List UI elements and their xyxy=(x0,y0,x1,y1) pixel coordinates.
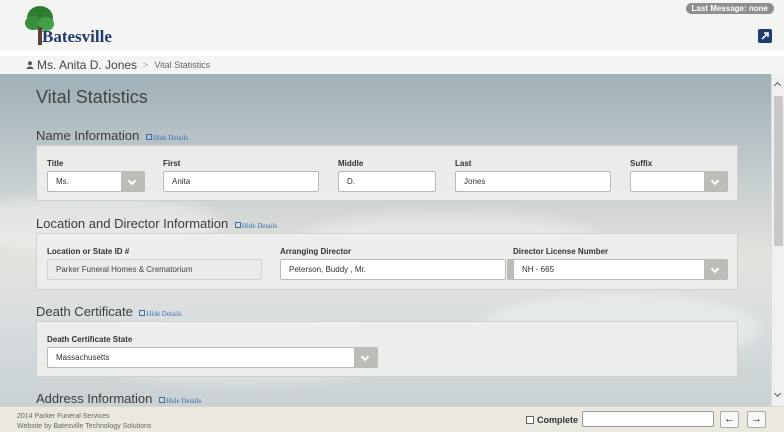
death-certificate-panel: Death Certificate State Massachusetts xyxy=(36,321,738,377)
hide-details-link[interactable]: Hide Details xyxy=(234,222,278,230)
app-footer: 2014 Parker Funeral Services Website by … xyxy=(0,406,784,432)
state-select-value: Massachusetts xyxy=(56,353,110,362)
hide-details-text: Hide Details xyxy=(152,134,189,142)
chevron-down-icon[interactable] xyxy=(121,171,145,192)
collapse-icon xyxy=(234,222,241,229)
chevron-down-icon[interactable] xyxy=(704,171,728,192)
license-select-value: NH - 665 xyxy=(522,265,555,274)
title-select-value: Ms. xyxy=(56,177,69,186)
middle-name-input[interactable]: D. xyxy=(338,171,436,192)
middle-label: Middle xyxy=(338,159,364,168)
hide-details-link[interactable]: Hide Details xyxy=(145,134,189,142)
complete-label: Complete xyxy=(537,415,579,425)
first-name-input[interactable]: Anita xyxy=(163,171,319,192)
name-information-panel: Title Ms. First Anita Middle D. Last Jon… xyxy=(36,145,738,201)
location-director-panel: Location or State ID # Parker Funeral Ho… xyxy=(36,233,738,290)
hide-details-text: Hide Details xyxy=(146,310,182,318)
person-icon xyxy=(26,61,34,69)
vertical-scrollbar[interactable] xyxy=(771,74,784,406)
app-header: Batesville Last Message: none xyxy=(0,0,784,50)
suffix-label: Suffix xyxy=(630,159,653,168)
section-title-text: Death Certificate xyxy=(36,304,133,319)
hide-details-link[interactable]: Hide Details xyxy=(139,310,182,318)
arranging-director-label: Arranging Director xyxy=(280,247,352,256)
title-select[interactable]: Ms. xyxy=(47,171,145,192)
last-name-input[interactable]: Jones xyxy=(455,171,611,192)
breadcrumb-person[interactable]: Ms. Anita D. Jones xyxy=(37,58,137,72)
collapse-icon xyxy=(139,310,146,317)
license-label: Director License Number xyxy=(513,247,609,256)
breadcrumb-current: Vital Statistics xyxy=(154,60,211,70)
arranging-director-input[interactable]: Peterson, Buddy , Mr. xyxy=(280,259,506,280)
previous-button[interactable]: ← xyxy=(720,411,739,428)
section-title-text: Location and Director Information xyxy=(36,216,229,231)
scroll-thumb[interactable] xyxy=(774,96,783,246)
main-content: Vital Statistics Name Information Hide D… xyxy=(0,74,771,406)
section-title-name-information: Name Information Hide Details xyxy=(36,128,188,143)
breadcrumb: Ms. Anita D. Jones > Vital Statistics xyxy=(0,56,784,74)
first-label: First xyxy=(163,159,181,168)
logo-text: Batesville xyxy=(42,27,112,46)
external-link-icon[interactable] xyxy=(758,29,772,43)
checkbox-box[interactable] xyxy=(526,416,534,424)
hide-details-text: Hide Details xyxy=(165,397,202,405)
footer-text-input[interactable] xyxy=(582,411,714,427)
chevron-down-icon[interactable] xyxy=(704,259,728,280)
suffix-select[interactable] xyxy=(630,171,728,192)
page-title: Vital Statistics xyxy=(36,87,148,107)
death-certificate-state-select[interactable]: Massachusetts xyxy=(47,347,378,368)
section-title-death-certificate: Death Certificate Hide Details xyxy=(36,304,182,319)
hide-details-text: Hide Details xyxy=(241,222,278,230)
breadcrumb-separator: > xyxy=(143,60,149,70)
batesville-logo[interactable]: Batesville xyxy=(24,5,134,47)
complete-checkbox[interactable]: Complete xyxy=(526,415,578,425)
location-label: Location or State ID # xyxy=(47,247,130,256)
title-label: Title xyxy=(47,159,64,168)
section-title-address: Address Information Hide Details xyxy=(36,391,201,406)
collapse-icon xyxy=(158,397,165,404)
death-certificate-state-label: Death Certificate State xyxy=(47,335,133,344)
footer-credits: 2014 Parker Funeral Services Website by … xyxy=(17,412,151,432)
chevron-down-icon[interactable] xyxy=(354,347,378,368)
last-message-badge[interactable]: Last Message: none xyxy=(685,3,774,14)
footer-copyright: 2014 Parker Funeral Services xyxy=(17,413,110,420)
location-field: Parker Funeral Homes & Crematorium xyxy=(47,259,262,280)
section-title-text: Address Information xyxy=(36,391,153,406)
scroll-down-icon[interactable] xyxy=(773,389,782,398)
next-button[interactable]: → xyxy=(747,411,766,428)
scroll-up-icon[interactable] xyxy=(773,81,782,90)
collapse-icon xyxy=(145,134,152,141)
section-title-text: Name Information xyxy=(36,128,140,143)
license-select[interactable]: NH - 665 xyxy=(513,259,728,280)
last-label: Last xyxy=(455,159,472,168)
hide-details-link[interactable]: Hide Details xyxy=(158,397,202,405)
footer-attribution: Website by Batesville Technology Solutio… xyxy=(17,423,152,430)
section-title-location: Location and Director Information Hide D… xyxy=(36,216,277,231)
